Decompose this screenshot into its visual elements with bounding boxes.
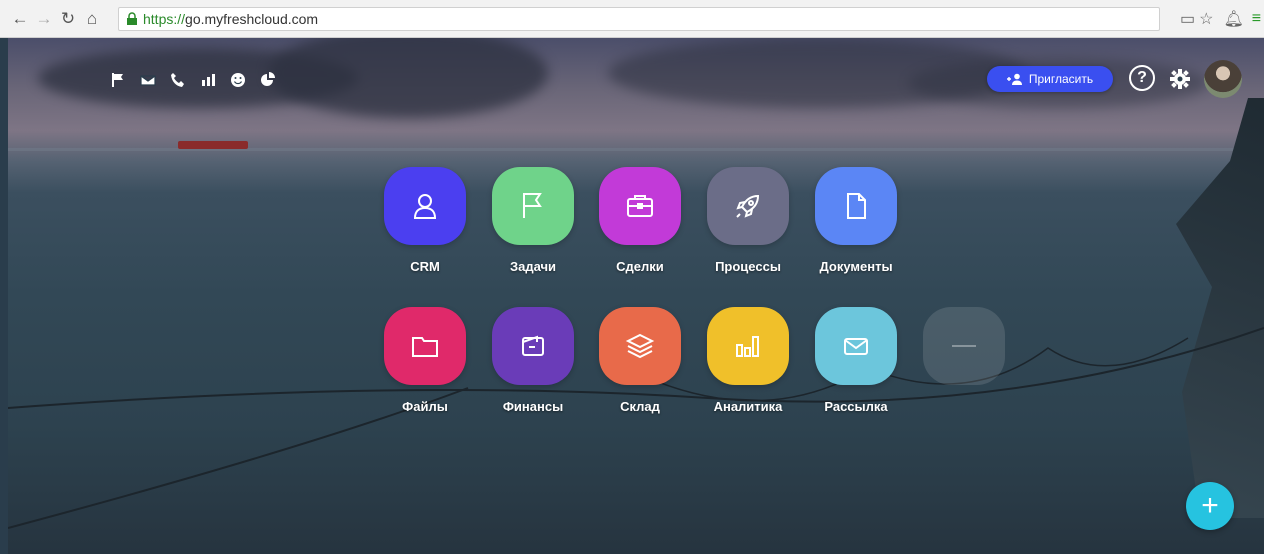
app-label-mailing: Рассылка	[824, 399, 888, 414]
forward-arrow-icon[interactable]: →	[34, 7, 54, 31]
briefcase-icon	[627, 195, 653, 217]
help-button[interactable]: ?	[1129, 65, 1155, 91]
add-button[interactable]: +	[1186, 482, 1234, 530]
app-placeholder[interactable]	[923, 307, 1005, 385]
avatar[interactable]	[1204, 60, 1242, 98]
app-label-processes: Процессы	[715, 259, 781, 274]
app-label-crm: CRM	[410, 259, 440, 274]
gear-icon[interactable]	[1169, 68, 1191, 90]
reload-icon[interactable]: ↻	[58, 7, 78, 31]
app-finance[interactable]	[492, 307, 574, 385]
address-bar[interactable]: https://go.myfreshcloud.com	[118, 7, 1160, 31]
app-label-tasks: Задачи	[509, 259, 557, 274]
back-arrow-icon[interactable]: ←	[10, 7, 30, 31]
url-host: go.myfreshcloud.com	[185, 11, 319, 27]
smiley-icon[interactable]	[228, 70, 248, 90]
phone-icon[interactable]	[168, 70, 188, 90]
background-image	[8, 38, 1264, 554]
bookmark-star-icon[interactable]: ☆	[1199, 9, 1213, 29]
app-tasks[interactable]	[492, 167, 574, 245]
bell-icon[interactable]: 🔔︎	[1223, 9, 1243, 29]
folder-icon	[412, 337, 438, 357]
add-user-icon	[1006, 73, 1022, 85]
app-warehouse[interactable]	[599, 307, 681, 385]
app-label-files: Файлы	[402, 399, 448, 414]
app-label-analytics: Аналитика	[713, 399, 783, 414]
rocket-icon	[736, 194, 760, 218]
flag-icon[interactable]	[108, 70, 128, 90]
bar-chart-icon	[736, 336, 759, 357]
flag-icon	[523, 193, 542, 218]
envelope-icon	[844, 338, 868, 355]
extension-icon[interactable]: ▭	[1180, 9, 1195, 29]
invite-button[interactable]: Пригласить	[987, 66, 1113, 92]
invite-label: Пригласить	[1028, 72, 1094, 86]
url-protocol: https://	[143, 11, 186, 27]
app-mailing[interactable]	[815, 307, 897, 385]
minus-icon	[952, 345, 976, 347]
wallet-icon	[522, 335, 544, 356]
app-files[interactable]	[384, 307, 466, 385]
user-icon	[413, 194, 437, 219]
ship-decoration	[178, 141, 248, 149]
app-label-warehouse: Склад	[620, 399, 660, 414]
lock-icon	[127, 12, 137, 25]
app-analytics[interactable]	[707, 307, 789, 385]
app-label-documents: Документы	[819, 259, 893, 274]
menu-icon[interactable]: ≡	[1252, 10, 1261, 28]
app-label-finance: Финансы	[502, 399, 564, 414]
app-processes[interactable]	[707, 167, 789, 245]
layers-icon	[625, 333, 655, 359]
app-documents[interactable]	[815, 167, 897, 245]
browser-toolbar: ← → ↻ ⌂ https://go.myfreshcloud.com ▭ ☆ …	[0, 0, 1264, 38]
app-deals[interactable]	[599, 167, 681, 245]
app-crm[interactable]	[384, 167, 466, 245]
top-icon-bar	[108, 70, 278, 90]
app-label-deals: Сделки	[616, 259, 664, 274]
document-icon	[847, 193, 866, 219]
pie-chart-icon[interactable]	[258, 70, 278, 90]
home-icon[interactable]: ⌂	[82, 7, 102, 31]
chart-icon[interactable]	[198, 70, 218, 90]
mail-icon[interactable]	[138, 70, 158, 90]
